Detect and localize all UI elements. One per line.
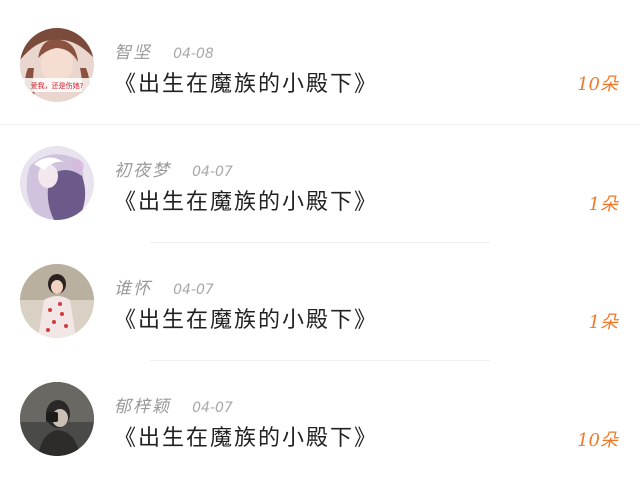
avatar-image: 爱我，还是伤她? (20, 28, 94, 102)
flower-count: 1朵 (588, 194, 618, 215)
avatar[interactable] (20, 264, 94, 338)
flower-count: 10朵 (577, 74, 618, 95)
book-title[interactable]: 《出生在魔族的小殿下》 (114, 184, 378, 216)
list-item[interactable]: 初夜梦 04-07 《出生在魔族的小殿下》 1朵 (0, 124, 640, 242)
date: 04-07 (192, 164, 233, 180)
user-name[interactable]: 智坚 (114, 43, 152, 63)
book-title[interactable]: 《出生在魔族的小殿下》 (114, 66, 378, 98)
gift-list: 爱我，还是伤她? 智坚 04-08 《出生在魔族的小殿下》 10朵 初夜梦 04… (0, 0, 640, 464)
avatar[interactable] (20, 382, 94, 456)
list-item[interactable]: 郁梓颖 04-07 《出生在魔族的小殿下》 10朵 (0, 360, 640, 478)
user-name[interactable]: 谁怀 (114, 279, 152, 299)
date: 04-08 (173, 46, 214, 62)
book-title[interactable]: 《出生在魔族的小殿下》 (114, 302, 378, 334)
avatar[interactable]: 爱我，还是伤她? (20, 28, 94, 102)
date: 04-07 (173, 282, 214, 298)
avatar-image (20, 146, 94, 220)
list-item[interactable]: 爱我，还是伤她? 智坚 04-08 《出生在魔族的小殿下》 10朵 (0, 4, 640, 122)
user-name[interactable]: 初夜梦 (114, 161, 171, 181)
date: 04-07 (192, 400, 233, 416)
flower-count: 10朵 (577, 430, 618, 451)
avatar-image (20, 264, 94, 338)
avatar-caption: 爱我，还是伤她? (31, 81, 84, 90)
user-name[interactable]: 郁梓颖 (114, 397, 171, 417)
flower-count: 1朵 (588, 312, 618, 333)
avatar[interactable] (20, 146, 94, 220)
avatar-image (20, 382, 94, 456)
list-item[interactable]: 谁怀 04-07 《出生在魔族的小殿下》 1朵 (0, 242, 640, 360)
book-title[interactable]: 《出生在魔族的小殿下》 (114, 420, 378, 452)
